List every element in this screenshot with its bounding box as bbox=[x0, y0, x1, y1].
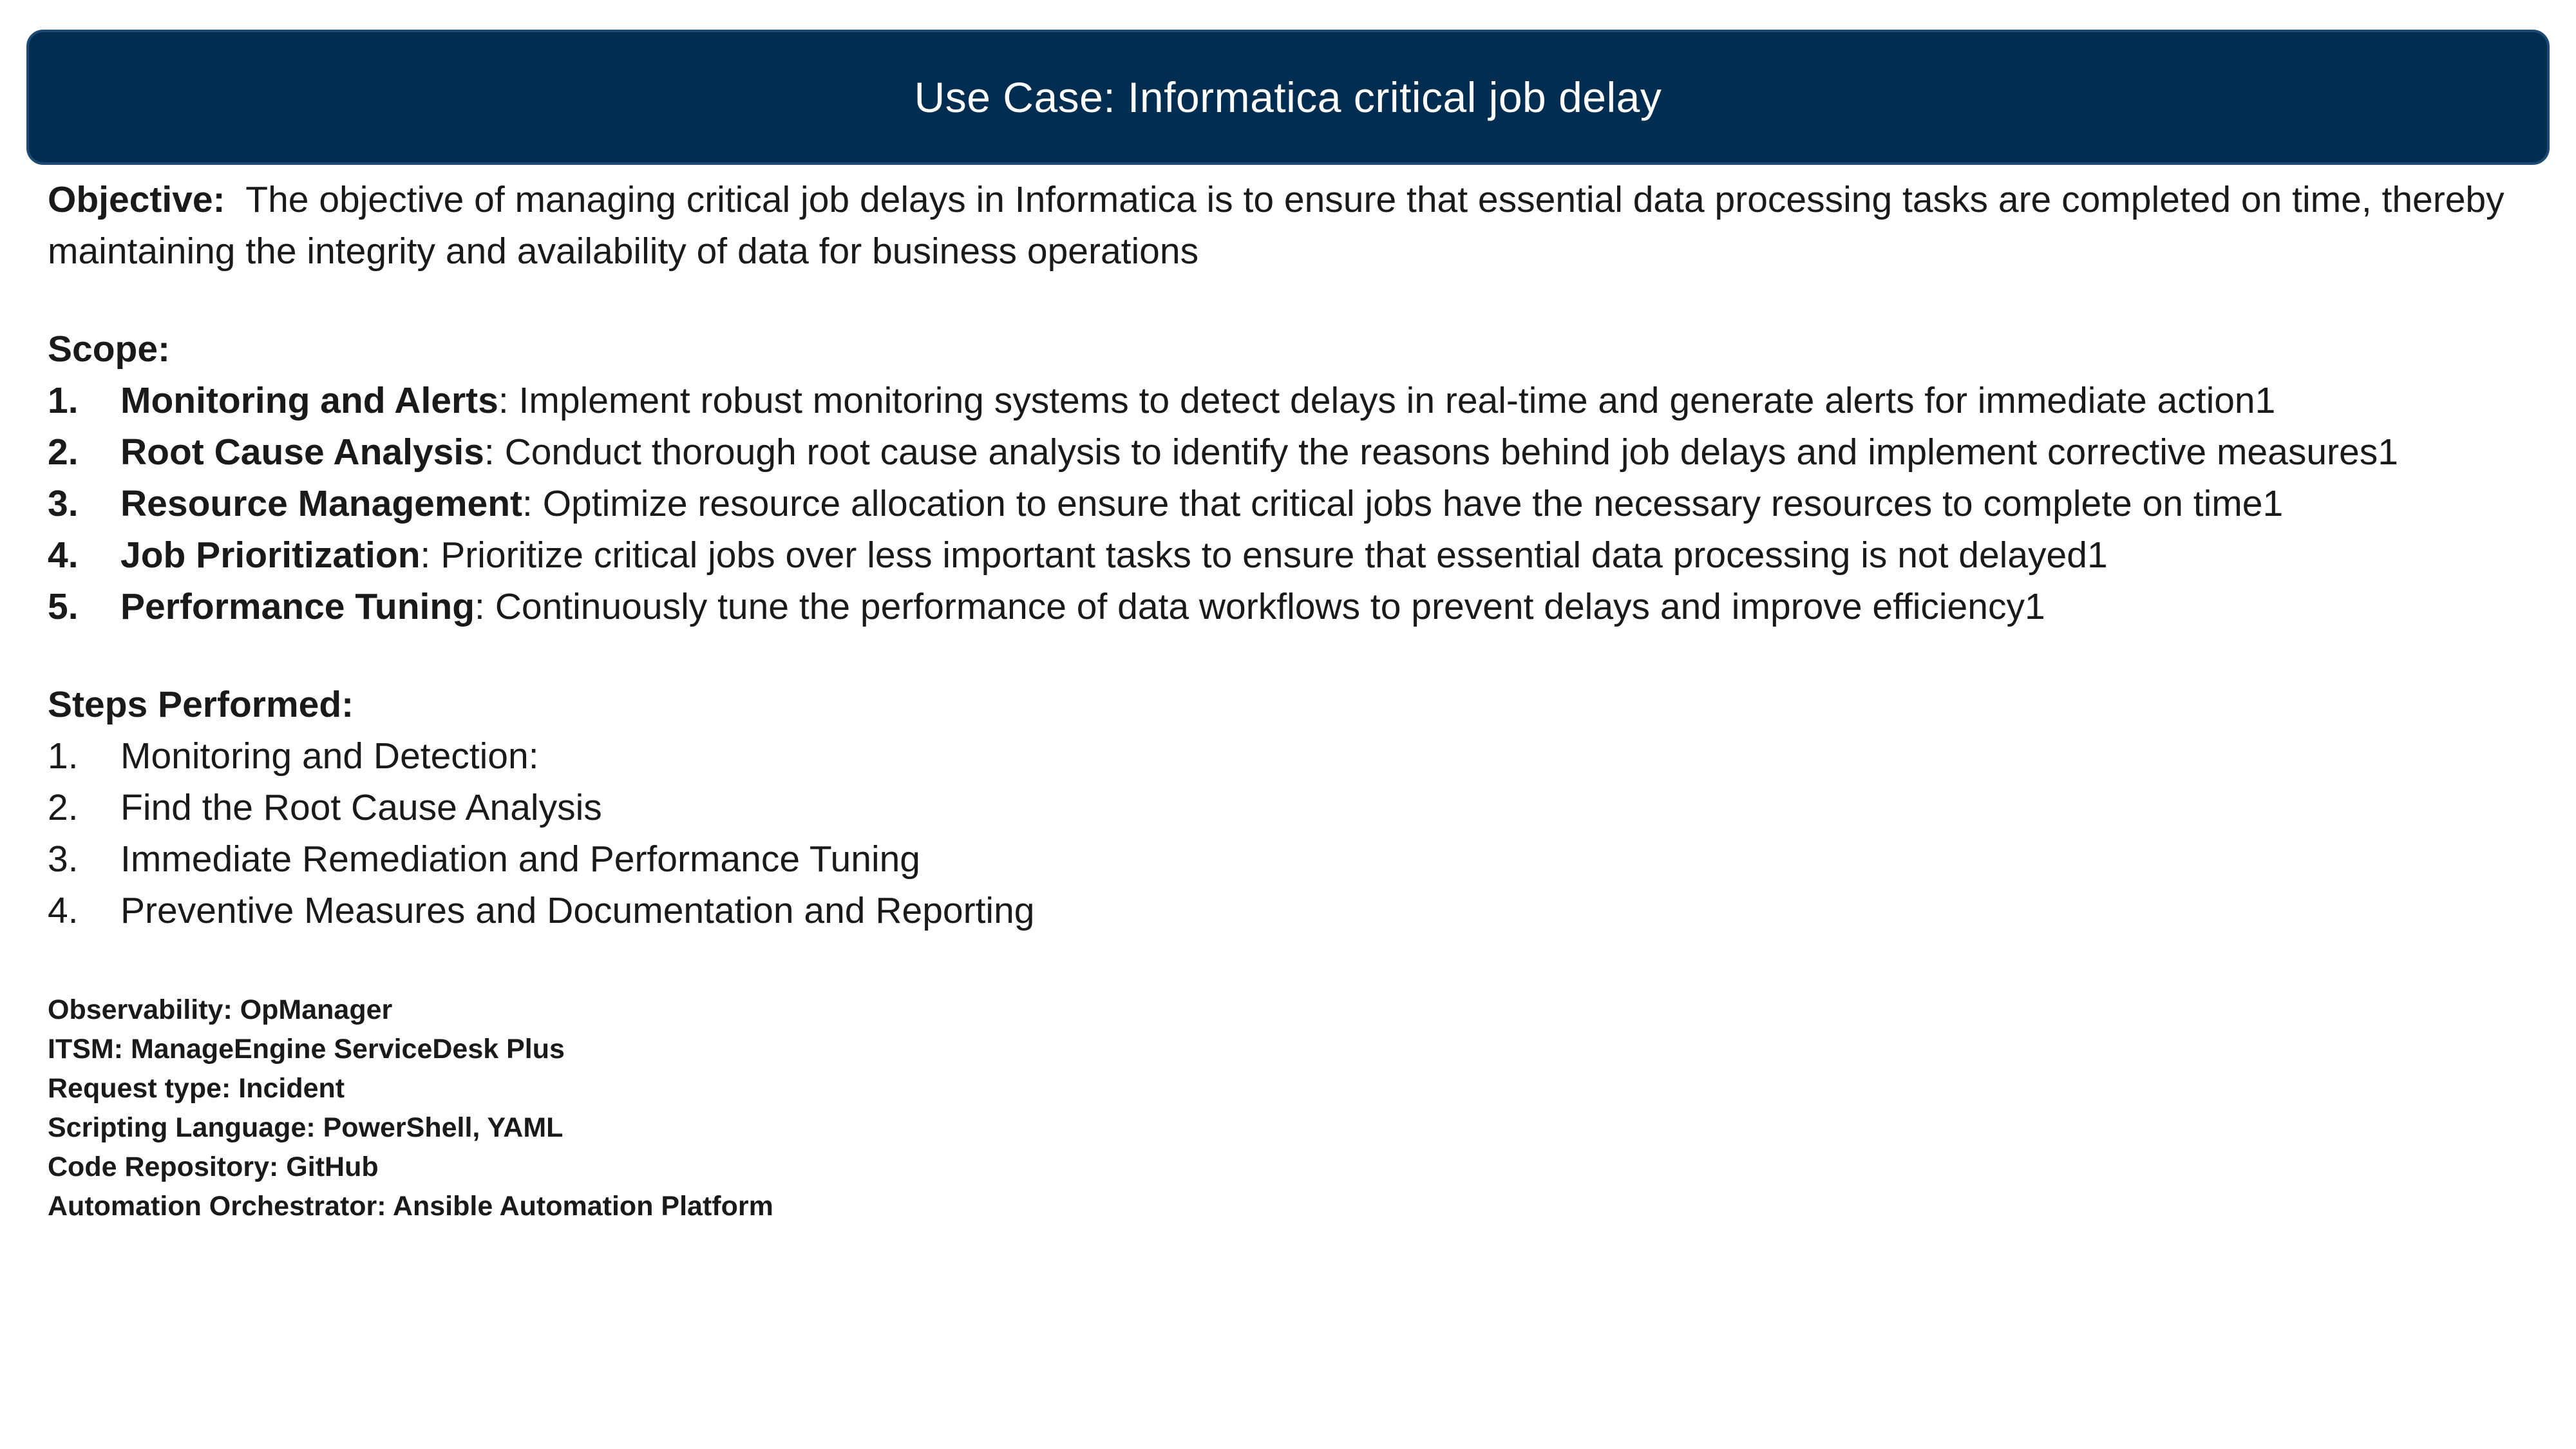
slide-content: Objective: The objective of managing cri… bbox=[48, 174, 2533, 1226]
step-item-text: Immediate Remediation and Performance Tu… bbox=[120, 838, 921, 880]
detail-automation-orchestrator: Automation Orchestrator: Ansible Automat… bbox=[48, 1191, 773, 1222]
detail-observability: Observability: OpManager bbox=[48, 994, 393, 1025]
step-item: 1. Monitoring and Detection: bbox=[48, 730, 2533, 782]
detail-request-type: Request type: Incident bbox=[48, 1073, 345, 1104]
scope-item: 5. Performance Tuning: Continuously tune… bbox=[48, 581, 2533, 632]
step-item-text: Find the Root Cause Analysis bbox=[120, 787, 602, 828]
objective-paragraph: Objective: The objective of managing cri… bbox=[48, 174, 2533, 277]
steps-heading: Steps Performed: bbox=[48, 684, 354, 725]
objective-label: Objective: bbox=[48, 179, 225, 220]
step-item: 4. Preventive Measures and Documentation… bbox=[48, 885, 2533, 936]
objective-text: The objective of managing critical job d… bbox=[48, 179, 2505, 272]
scope-item-number: 1. bbox=[48, 380, 79, 421]
scope-heading: Scope: bbox=[48, 328, 171, 370]
steps-list: 1. Monitoring and Detection: 2. Find the… bbox=[48, 730, 2533, 936]
step-item-number: 4. bbox=[48, 890, 79, 931]
scope-item: 4. Job Prioritization: Prioritize critic… bbox=[48, 529, 2533, 581]
scope-item-description: : Optimize resource allocation to ensure… bbox=[522, 483, 2284, 524]
scope-item-number: 3. bbox=[48, 483, 79, 524]
step-item-number: 1. bbox=[48, 735, 79, 777]
tooling-details: Observability: OpManager ITSM: ManageEng… bbox=[48, 990, 2533, 1226]
scope-item-term: Job Prioritization bbox=[120, 535, 421, 576]
detail-code-repository: Code Repository: GitHub bbox=[48, 1151, 379, 1182]
scope-item: 1. Monitoring and Alerts: Implement robu… bbox=[48, 375, 2533, 426]
scope-item-number: 5. bbox=[48, 586, 79, 627]
step-item: 3. Immediate Remediation and Performance… bbox=[48, 833, 2533, 885]
scope-item-number: 2. bbox=[48, 431, 79, 473]
scope-item-description: : Prioritize critical jobs over less imp… bbox=[420, 535, 2108, 576]
scope-item-term: Root Cause Analysis bbox=[120, 431, 484, 473]
page-title: Use Case: Informatica critical job delay bbox=[914, 73, 1662, 121]
step-item-number: 2. bbox=[48, 787, 79, 828]
step-item-text: Monitoring and Detection: bbox=[120, 735, 539, 777]
detail-itsm: ITSM: ManageEngine ServiceDesk Plus bbox=[48, 1034, 565, 1065]
scope-item: 2. Root Cause Analysis: Conduct thorough… bbox=[48, 426, 2533, 478]
scope-list: 1. Monitoring and Alerts: Implement robu… bbox=[48, 375, 2533, 632]
scope-item-description: : Implement robust monitoring systems to… bbox=[498, 380, 2276, 421]
title-banner: Use Case: Informatica critical job delay bbox=[26, 30, 2550, 165]
scope-item-description: : Continuously tune the performance of d… bbox=[475, 586, 2045, 627]
detail-scripting-language: Scripting Language: PowerShell, YAML bbox=[48, 1112, 564, 1143]
scope-item-term: Performance Tuning bbox=[120, 586, 475, 627]
scope-item-number: 4. bbox=[48, 535, 79, 576]
scope-item-term: Resource Management bbox=[120, 483, 523, 524]
scope-item-description: : Conduct thorough root cause analysis t… bbox=[484, 431, 2398, 473]
step-item: 2. Find the Root Cause Analysis bbox=[48, 782, 2533, 833]
step-item-text: Preventive Measures and Documentation an… bbox=[120, 890, 1035, 931]
step-item-number: 3. bbox=[48, 838, 79, 880]
scope-item: 3. Resource Management: Optimize resourc… bbox=[48, 478, 2533, 529]
scope-item-term: Monitoring and Alerts bbox=[120, 380, 498, 421]
